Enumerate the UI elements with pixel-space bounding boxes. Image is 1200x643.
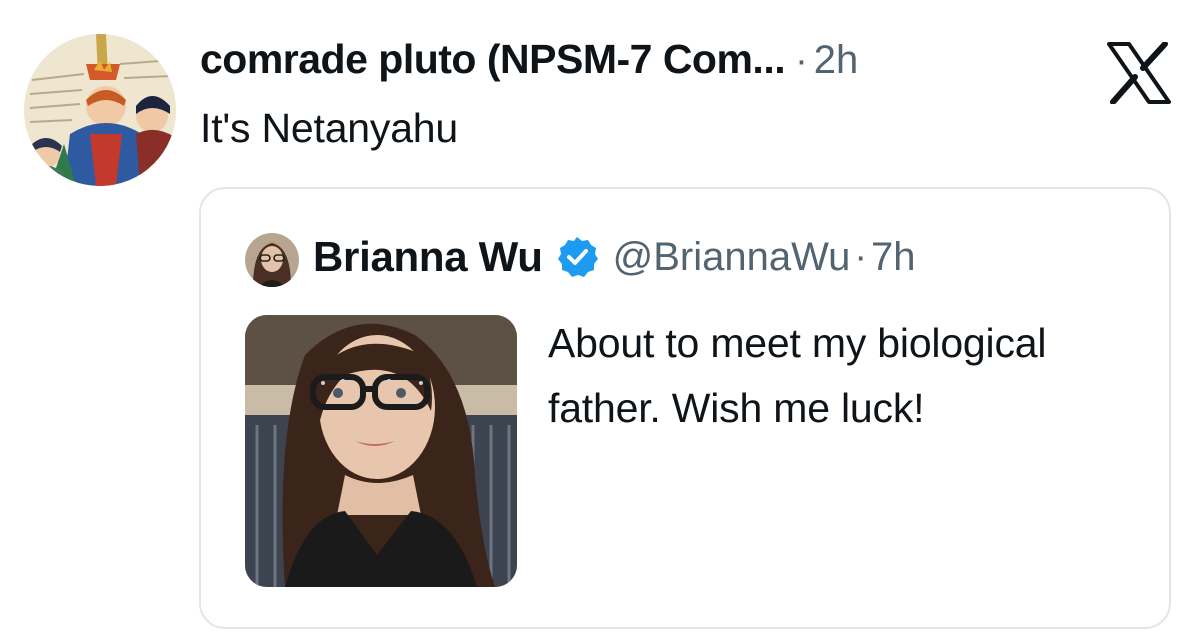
tweet[interactable]: comrade pluto (NPSM-7 Com... · 2h It's N…	[0, 0, 1200, 643]
header-separator: ·	[795, 40, 808, 82]
author-display-name[interactable]: comrade pluto (NPSM-7 Com...	[200, 36, 786, 83]
verified-badge-icon	[557, 237, 598, 277]
quoted-tweet-header: Brianna Wu @BriannaWu · 7h	[313, 233, 916, 281]
quoted-header-separator: ·	[854, 235, 868, 278]
quoted-author-avatar[interactable]	[245, 233, 299, 287]
tweet-timestamp[interactable]: 2h	[814, 38, 859, 83]
medieval-illustration-avatar-icon	[24, 34, 176, 186]
profile-photo-avatar-icon	[245, 233, 299, 287]
tweet-header: comrade pluto (NPSM-7 Com... · 2h	[200, 36, 858, 83]
quoted-tweet-timestamp[interactable]: 7h	[871, 235, 916, 280]
selfie-photo-image	[245, 315, 517, 587]
tweet-text: It's Netanyahu	[200, 105, 459, 151]
quoted-author-display-name[interactable]: Brianna Wu	[313, 233, 543, 281]
quoted-tweet-card[interactable]: Brianna Wu @BriannaWu · 7h About to meet…	[199, 187, 1171, 629]
quoted-tweet-photo[interactable]	[245, 315, 517, 587]
author-avatar[interactable]	[24, 34, 176, 186]
quoted-author-handle[interactable]: @BriannaWu	[613, 235, 851, 280]
quoted-tweet-text: About to meet my biological father. Wish…	[548, 320, 1047, 431]
x-logo-icon	[1107, 42, 1171, 104]
